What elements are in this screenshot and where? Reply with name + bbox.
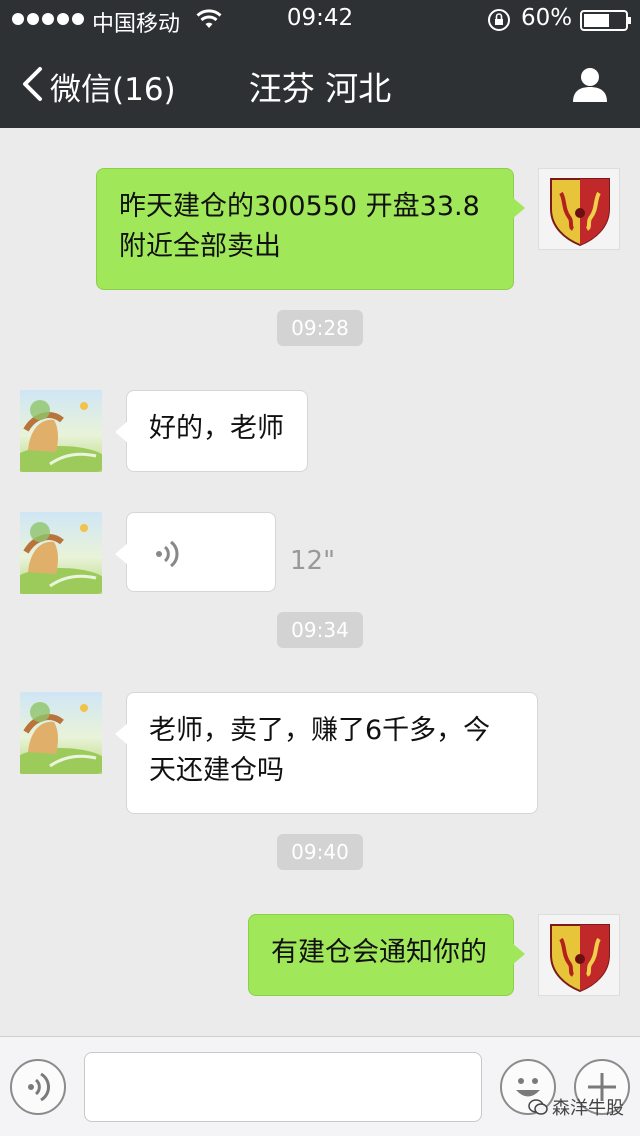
message-bubble-sent[interactable]: 有建仓会通知你的 xyxy=(248,914,525,996)
cottage-scene-icon xyxy=(20,400,102,472)
message-text-line: 附近全部卖出 xyxy=(119,231,281,262)
message-text-line: 好的，老师 xyxy=(149,413,284,444)
timestamp: 09:28 xyxy=(0,310,640,346)
wechat-logo-icon xyxy=(528,1099,548,1115)
chat-title: 汪芬 河北 xyxy=(248,69,392,108)
shield-crest-icon xyxy=(550,178,610,247)
shield-crest-icon xyxy=(550,924,610,993)
voice-waves-icon xyxy=(28,1072,51,1102)
timestamp: 09:34 xyxy=(0,612,640,648)
message-input[interactable] xyxy=(84,1052,482,1122)
battery-percentage: 60% xyxy=(521,5,573,31)
status-bar: 中国移动 09:42 60% xyxy=(0,0,640,40)
message-bubble-received[interactable]: 好的，老师 xyxy=(115,390,308,472)
voice-duration: 12" xyxy=(290,546,336,576)
top-bar: 中国移动 09:42 60% 微信(16) 汪芬 河北 xyxy=(0,0,640,128)
avatar-self[interactable] xyxy=(538,168,620,250)
rotation-lock-icon xyxy=(488,9,510,31)
avatar-contact[interactable] xyxy=(20,512,102,594)
voice-message-bubble[interactable] xyxy=(115,512,276,592)
watermark-text: 森洋牛股 xyxy=(552,1098,624,1119)
voice-input-button[interactable] xyxy=(10,1059,66,1115)
timestamp: 09:40 xyxy=(0,834,640,870)
cottage-scene-icon xyxy=(20,522,102,594)
profile-icon[interactable] xyxy=(570,64,610,104)
avatar-self[interactable] xyxy=(538,914,620,996)
avatar-contact[interactable] xyxy=(20,390,102,472)
message-bubble-sent[interactable]: 昨天建仓的300550 开盘33.8 附近全部卖出 xyxy=(96,168,525,290)
message-text-line: 昨天建仓的300550 开盘33.8 xyxy=(119,191,480,222)
message-text-line: 天还建仓吗 xyxy=(149,755,284,786)
message-text-line: 有建仓会通知你的 xyxy=(271,937,487,968)
message-list[interactable]: 昨天建仓的300550 开盘33.8 附近全部卖出 09:28 好的，老师 12… xyxy=(0,128,640,1036)
cottage-scene-icon xyxy=(20,702,102,774)
battery-icon xyxy=(580,10,631,31)
avatar-contact[interactable] xyxy=(20,692,102,774)
message-bubble-received[interactable]: 老师，卖了，赚了6千多，今 天还建仓吗 xyxy=(115,692,538,814)
nav-bar: 微信(16) 汪芬 河北 xyxy=(0,40,640,128)
message-text-line: 老师，卖了，赚了6千多，今 xyxy=(149,715,491,746)
voice-waves-icon xyxy=(156,540,179,568)
input-bar xyxy=(0,1036,640,1136)
watermark: 森洋牛股 xyxy=(528,1094,624,1120)
